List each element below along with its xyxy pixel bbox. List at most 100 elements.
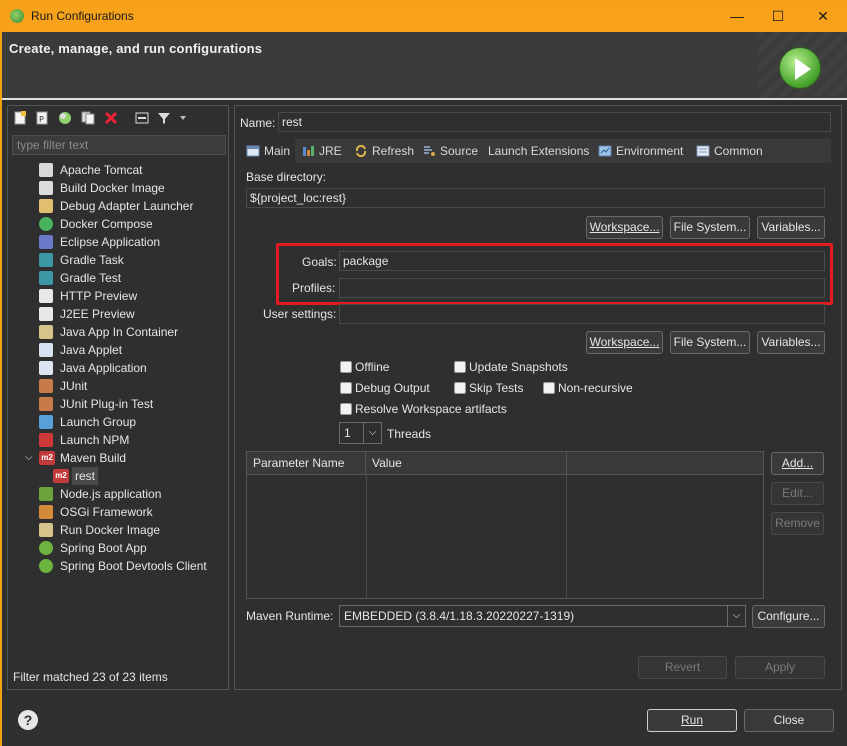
tree-item[interactable]: Eclipse Application	[9, 233, 228, 251]
run-button[interactable]: Run	[647, 709, 737, 732]
tab-environment-label: Environment	[616, 144, 684, 158]
tab-common[interactable]: Common	[696, 139, 763, 163]
tree-item[interactable]: Run Docker Image	[9, 521, 228, 539]
resolve-workspace-checkbox[interactable]	[340, 403, 352, 415]
name-label: Name:	[240, 116, 276, 130]
threads-label: Threads	[387, 427, 432, 441]
tab-refresh[interactable]: Refresh	[354, 139, 414, 163]
workspace-button[interactable]: Workspace...	[586, 216, 663, 239]
tree-item[interactable]: Gradle Test	[9, 269, 228, 287]
eclipse-icon	[39, 235, 53, 249]
configuration-tree: Apache Tomcat Build Docker Image Debug Ada…	[9, 159, 228, 665]
parameters-table[interactable]: Parameter Name Value	[246, 451, 764, 599]
tree-item-label: Java Application	[60, 361, 147, 375]
tomcat-icon	[39, 163, 53, 177]
remove-parameter-button[interactable]: Remove	[771, 512, 824, 535]
apply-button-label: Apply	[764, 660, 796, 674]
threads-select[interactable]: 1 ⌵	[339, 422, 382, 444]
variables-button-label: Variables...	[761, 220, 821, 234]
tree-item[interactable]: Apache Tomcat	[9, 161, 228, 179]
offline-checkbox[interactable]	[340, 361, 352, 373]
tree-item[interactable]: JUnit Plug-in Test	[9, 395, 228, 413]
tab-source[interactable]: Source	[422, 139, 478, 163]
close-window-button[interactable]: ✕	[801, 1, 845, 32]
tree-item-label: Launch NPM	[60, 433, 130, 447]
apply-button[interactable]: Apply	[735, 656, 825, 679]
new-prototype-icon[interactable]: P	[35, 111, 49, 125]
maximize-button[interactable]: ☐	[756, 1, 800, 32]
name-input[interactable]: rest	[278, 112, 831, 132]
workspace-button-2[interactable]: Workspace...	[586, 331, 663, 354]
filter-input[interactable]: type filter text	[12, 135, 226, 155]
tree-item[interactable]: Java App In Container	[9, 323, 228, 341]
export-config-icon[interactable]	[58, 111, 72, 125]
remove-parameter-label: Remove	[775, 516, 820, 530]
junit-plugin-icon	[39, 397, 53, 411]
filter-menu-chevron-icon[interactable]	[178, 111, 188, 125]
file-system-button[interactable]: File System...	[670, 216, 750, 239]
tree-item-label: Launch Group	[60, 415, 137, 429]
collapse-all-icon[interactable]	[135, 111, 149, 125]
tree-item[interactable]: HTTP Preview	[9, 287, 228, 305]
edit-parameter-button[interactable]: Edit...	[771, 482, 824, 505]
debug-output-checkbox[interactable]	[340, 382, 352, 394]
jre-tab-icon	[303, 146, 314, 156]
expand-chevron-icon[interactable]: ⌵	[25, 449, 33, 467]
revert-button[interactable]: Revert	[638, 656, 727, 679]
tree-item[interactable]: Java Application	[9, 359, 228, 377]
duplicate-config-icon[interactable]	[81, 111, 95, 125]
tree-item-label: Apache Tomcat	[60, 163, 143, 177]
tab-launch-extensions[interactable]: Launch Extensions	[488, 139, 589, 163]
non-recursive-label: Non-recursive	[558, 381, 633, 395]
base-directory-label: Base directory:	[246, 170, 327, 184]
tree-item-label: HTTP Preview	[60, 289, 138, 303]
filter-icon[interactable]	[157, 111, 171, 125]
java-app-icon	[39, 361, 53, 375]
file-system-button-2-label: File System...	[673, 335, 747, 349]
tree-item[interactable]: OSGi Framework	[9, 503, 228, 521]
maven-runtime-select[interactable]: EMBEDDED (3.8.4/1.18.3.20220227-1319) ⌵	[339, 605, 746, 627]
j2ee-icon	[39, 307, 53, 321]
offline-label: Offline	[355, 360, 390, 374]
run-large-icon	[779, 47, 821, 89]
non-recursive-checkbox[interactable]	[543, 382, 555, 394]
tree-item-child[interactable]: m2 rest	[9, 467, 228, 485]
tab-environment[interactable]: Environment	[598, 139, 683, 163]
new-config-icon[interactable]	[13, 111, 27, 125]
tree-item[interactable]: Launch Group	[9, 413, 228, 431]
update-snapshots-checkbox[interactable]	[454, 361, 466, 373]
configuration-list-panel: P type filter text Apache Tomcat Build Do…	[7, 105, 229, 690]
minimize-button[interactable]: —	[715, 1, 759, 32]
configure-button[interactable]: Configure...	[752, 605, 825, 628]
tab-jre[interactable]: JRE	[301, 139, 342, 163]
file-system-button-2[interactable]: File System...	[670, 331, 750, 354]
tab-main[interactable]: Main	[241, 139, 295, 163]
variables-button-2[interactable]: Variables...	[757, 331, 825, 354]
tree-item[interactable]: Launch NPM	[9, 431, 228, 449]
tree-item[interactable]: Gradle Task	[9, 251, 228, 269]
skip-tests-checkbox[interactable]	[454, 382, 466, 394]
tree-item[interactable]: J2EE Preview	[9, 305, 228, 323]
parameter-name-header[interactable]: Parameter Name	[247, 452, 366, 475]
variables-button[interactable]: Variables...	[757, 216, 825, 239]
value-header[interactable]: Value	[366, 452, 567, 475]
base-directory-input[interactable]: ${project_loc:rest}	[246, 188, 825, 208]
tree-item[interactable]: Docker Compose	[9, 215, 228, 233]
tree-item[interactable]: Java Applet	[9, 341, 228, 359]
tree-item[interactable]: Build Docker Image	[9, 179, 228, 197]
goals-input[interactable]: package	[339, 251, 825, 271]
tree-item[interactable]: Spring Boot App	[9, 539, 228, 557]
tree-item-label: Run Docker Image	[60, 523, 161, 537]
tree-item[interactable]: Spring Boot Devtools Client	[9, 557, 228, 575]
help-icon[interactable]: ?	[18, 710, 38, 730]
tree-item[interactable]: JUnit	[9, 377, 228, 395]
add-parameter-button[interactable]: Add...	[771, 452, 824, 475]
user-settings-input[interactable]	[339, 304, 825, 324]
tree-item[interactable]: Debug Adapter Launcher	[9, 197, 228, 215]
tree-item[interactable]: ⌵ m2 Maven Build	[9, 449, 228, 467]
delete-config-icon[interactable]	[104, 111, 118, 125]
profiles-input[interactable]	[339, 278, 825, 298]
spring-boot-icon	[39, 541, 53, 555]
close-button[interactable]: Close	[744, 709, 834, 732]
tree-item[interactable]: Node.js application	[9, 485, 228, 503]
